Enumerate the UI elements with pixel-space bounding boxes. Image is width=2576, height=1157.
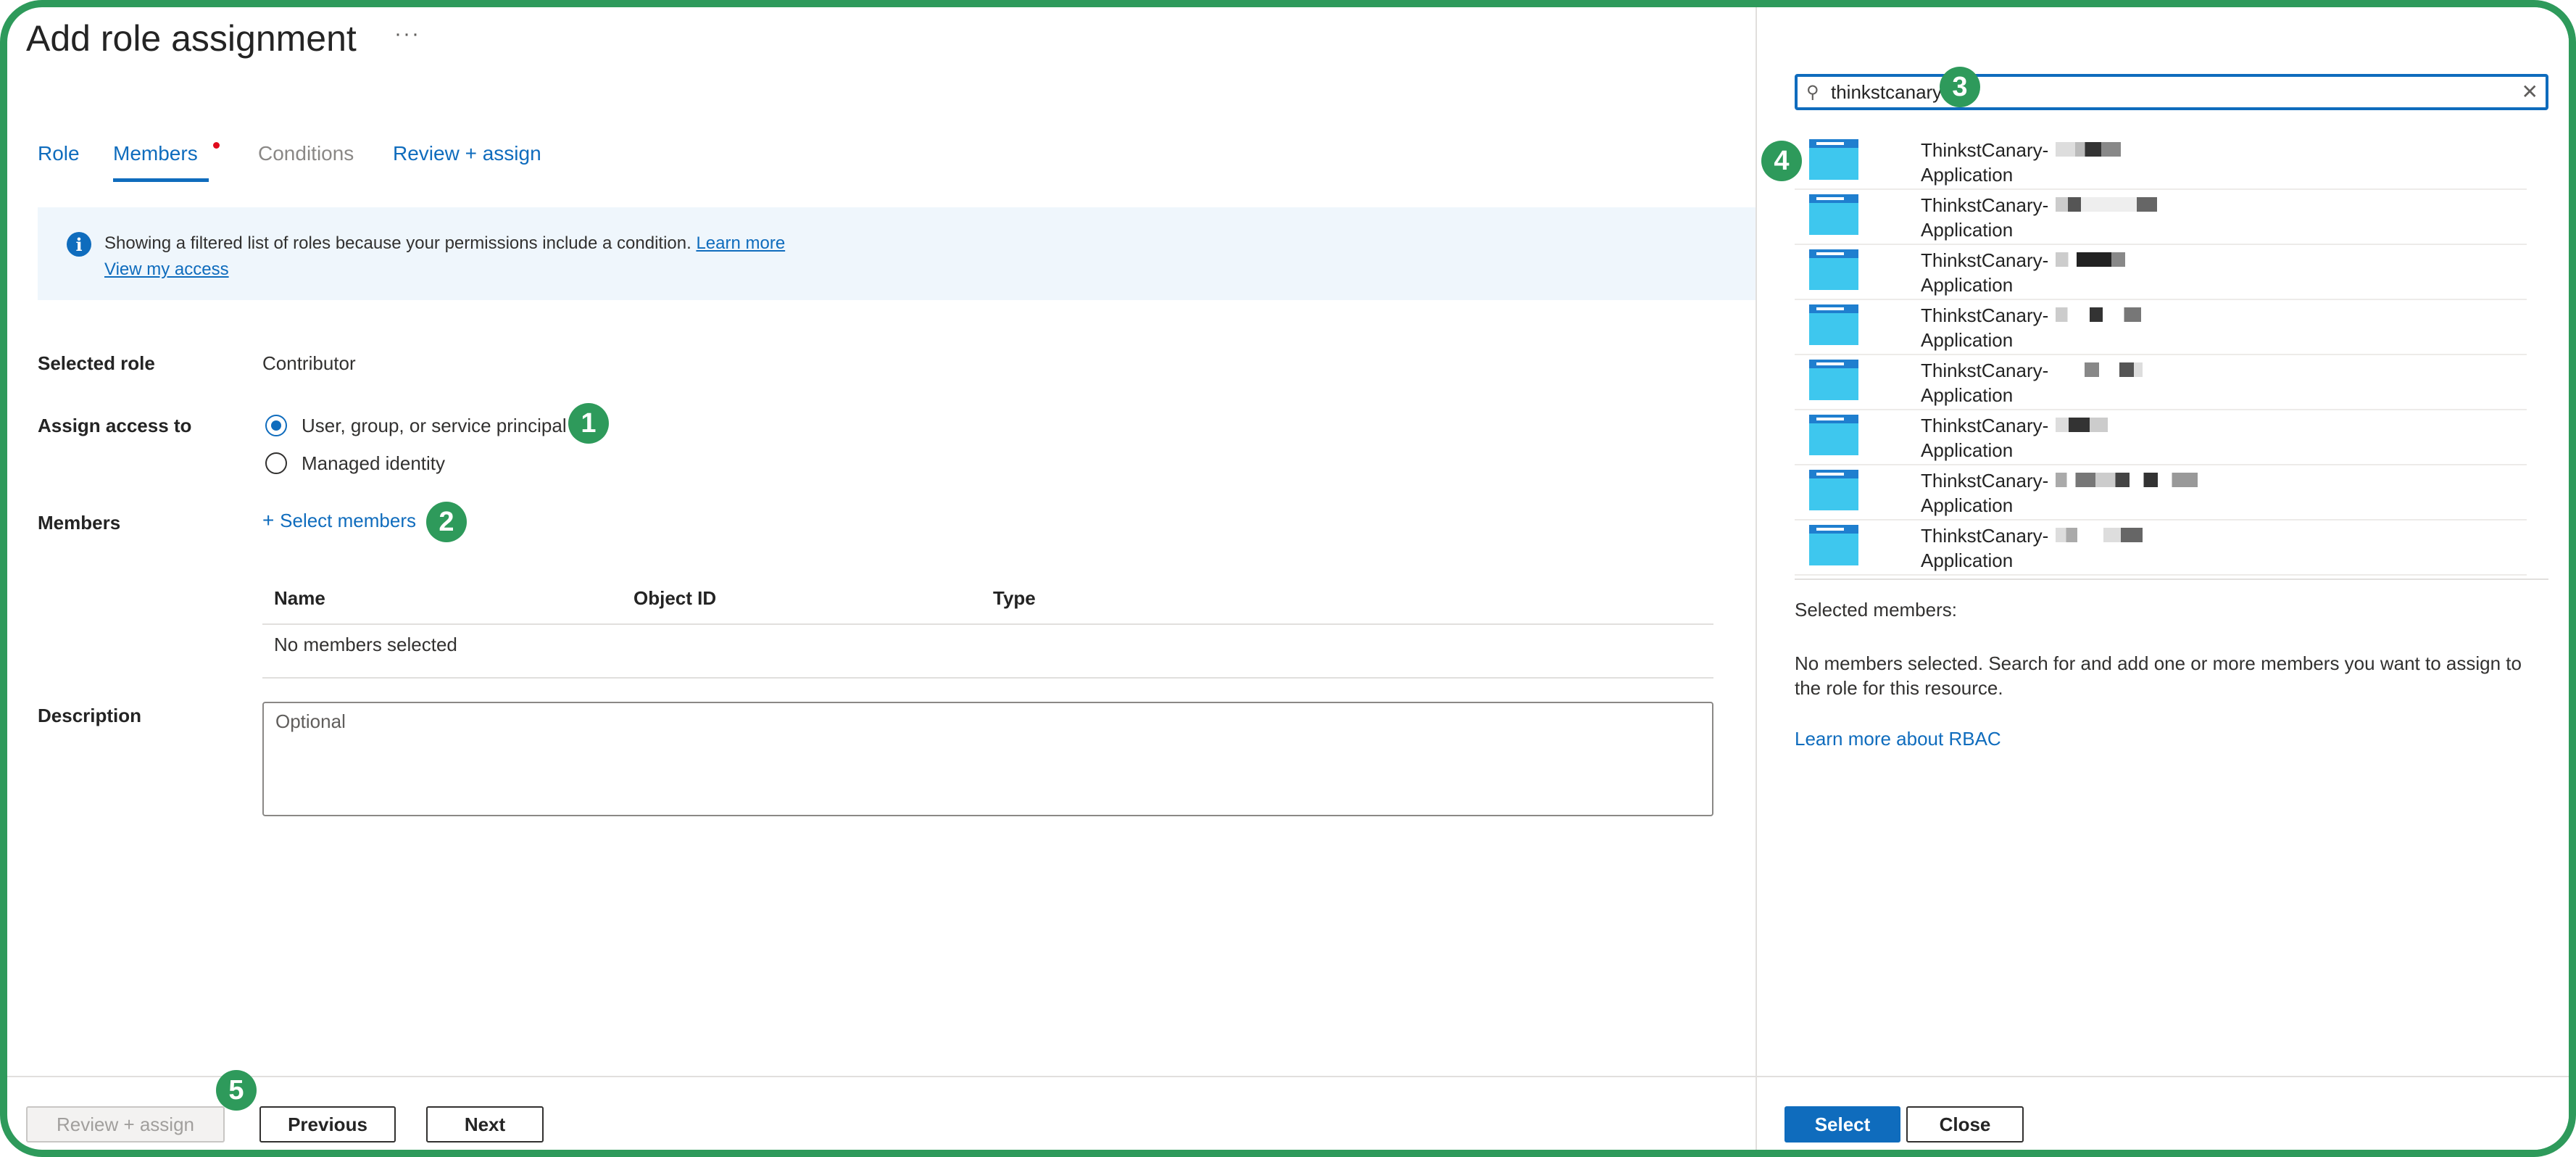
tab-members[interactable]: Members <box>113 142 198 165</box>
callout-4: 4 <box>1761 141 1802 181</box>
callout-1: 1 <box>568 403 609 444</box>
result-type: Application <box>1921 329 2014 351</box>
review-assign-button[interactable]: Review + assign <box>26 1106 225 1143</box>
result-name: ThinkstCanary- <box>1921 360 2049 381</box>
result-name: ThinkstCanary- <box>1921 139 2049 161</box>
table-bottom-divider <box>262 677 1713 679</box>
selected-members-label: Selected members: <box>1795 599 1957 621</box>
select-members-panel: ⚲ thinkstcanary ✕ 3 ThinkstCanary- Appli… <box>1756 7 2569 1150</box>
list-item[interactable]: ThinkstCanary- Application <box>1795 299 2527 355</box>
more-options-button[interactable]: ··· <box>394 22 420 46</box>
results-divider <box>1795 578 2548 580</box>
application-icon <box>1809 525 1858 565</box>
redacted-name-pixels <box>2056 528 2143 542</box>
learn-more-link[interactable]: Learn more <box>696 233 785 253</box>
search-results-list: ThinkstCanary- Application ThinkstCanary… <box>1795 112 2548 578</box>
application-icon <box>1809 360 1858 400</box>
tab-active-underline <box>113 178 209 182</box>
info-text: Showing a filtered list of roles because… <box>104 233 786 253</box>
callout-3: 3 <box>1940 67 1980 107</box>
application-icon <box>1809 194 1858 235</box>
no-members-message-line-2: the role for this resource. <box>1795 677 2003 699</box>
plus-icon: + <box>262 509 275 531</box>
result-type: Application <box>1921 550 2014 571</box>
result-type: Application <box>1921 219 2014 241</box>
radio-user-group-sp-label[interactable]: User, group, or service principal <box>302 415 567 437</box>
list-item[interactable]: ThinkstCanary- Application <box>1795 409 2527 465</box>
radio-user-group-sp[interactable] <box>265 415 287 436</box>
application-icon <box>1809 304 1858 345</box>
col-object-id-header: Object ID <box>633 587 717 609</box>
previous-button[interactable]: Previous <box>259 1106 396 1143</box>
search-icon: ⚲ <box>1806 83 1819 102</box>
result-name: ThinkstCanary- <box>1921 194 2049 216</box>
description-placeholder: Optional <box>275 710 346 732</box>
result-name: ThinkstCanary- <box>1921 525 2049 547</box>
description-label: Description <box>38 705 142 726</box>
result-type: Application <box>1921 494 2014 516</box>
selected-role-value: Contributor <box>262 352 356 374</box>
assign-access-label: Assign access to <box>38 415 192 436</box>
result-type: Application <box>1921 384 2014 406</box>
next-button[interactable]: Next <box>426 1106 544 1143</box>
redacted-name-pixels <box>2056 197 2157 212</box>
col-type-header: Type <box>993 587 1036 609</box>
panel-footer-divider <box>1757 1076 2569 1077</box>
select-members-link[interactable]: + Select members <box>262 509 416 532</box>
list-item[interactable]: ThinkstCanary- Application <box>1795 354 2527 410</box>
select-members-label: Select members <box>280 510 416 531</box>
redacted-name-pixels <box>2085 362 2143 377</box>
redacted-name-pixels <box>2056 142 2121 157</box>
result-type: Application <box>1921 164 2014 186</box>
result-name: ThinkstCanary- <box>1921 304 2049 326</box>
radio-managed-identity[interactable] <box>265 452 287 474</box>
info-icon: i <box>67 232 91 257</box>
list-item[interactable]: ThinkstCanary- Application <box>1795 244 2527 300</box>
learn-rbac-link[interactable]: Learn more about RBAC <box>1795 728 2001 750</box>
result-name: ThinkstCanary- <box>1921 470 2049 492</box>
no-members-message-line-1: No members selected. Search for and add … <box>1795 652 2522 674</box>
close-button[interactable]: Close <box>1906 1106 2024 1143</box>
view-my-access-link[interactable]: View my access <box>104 260 229 280</box>
table-header-divider <box>262 623 1713 625</box>
result-name: ThinkstCanary- <box>1921 249 2049 271</box>
clear-search-icon[interactable]: ✕ <box>2522 80 2538 104</box>
member-search-input[interactable]: ⚲ thinkstcanary ✕ <box>1795 74 2548 110</box>
list-item[interactable]: ThinkstCanary- Application <box>1795 519 2527 576</box>
redacted-name-pixels <box>2056 307 2141 322</box>
app-frame: Add role assignment ··· Role Members Con… <box>0 0 2576 1157</box>
select-button[interactable]: Select <box>1784 1106 1900 1143</box>
callout-5: 5 <box>216 1070 257 1111</box>
callout-2: 2 <box>426 502 467 542</box>
redacted-name-pixels <box>2056 473 2198 487</box>
description-textarea[interactable]: Optional <box>262 702 1713 816</box>
info-banner: i Showing a filtered list of roles becau… <box>38 207 1756 300</box>
radio-managed-identity-label[interactable]: Managed identity <box>302 452 445 475</box>
list-item[interactable]: ThinkstCanary- Application <box>1795 133 2527 190</box>
tab-review-assign[interactable]: Review + assign <box>393 142 541 165</box>
list-item[interactable]: ThinkstCanary- Application <box>1795 464 2527 521</box>
list-item[interactable]: ThinkstCanary- Application <box>1795 188 2527 245</box>
search-query: thinkstcanary <box>1831 81 1943 103</box>
members-label: Members <box>38 512 121 534</box>
application-icon <box>1809 415 1858 455</box>
result-type: Application <box>1921 439 2014 461</box>
application-icon <box>1809 249 1858 290</box>
page-title: Add role assignment <box>26 18 357 59</box>
required-indicator <box>213 142 220 149</box>
tab-conditions[interactable]: Conditions <box>258 142 354 165</box>
footer-divider <box>7 1076 1756 1077</box>
selected-role-label: Selected role <box>38 352 155 374</box>
table-empty-message: No members selected <box>274 634 457 655</box>
result-type: Application <box>1921 274 2014 296</box>
tab-role[interactable]: Role <box>38 142 80 165</box>
redacted-name-pixels <box>2056 418 2108 432</box>
result-name: ThinkstCanary- <box>1921 415 2049 436</box>
col-name-header: Name <box>274 587 325 609</box>
application-icon <box>1809 139 1858 180</box>
redacted-name-pixels <box>2056 252 2125 267</box>
application-icon <box>1809 470 1858 510</box>
